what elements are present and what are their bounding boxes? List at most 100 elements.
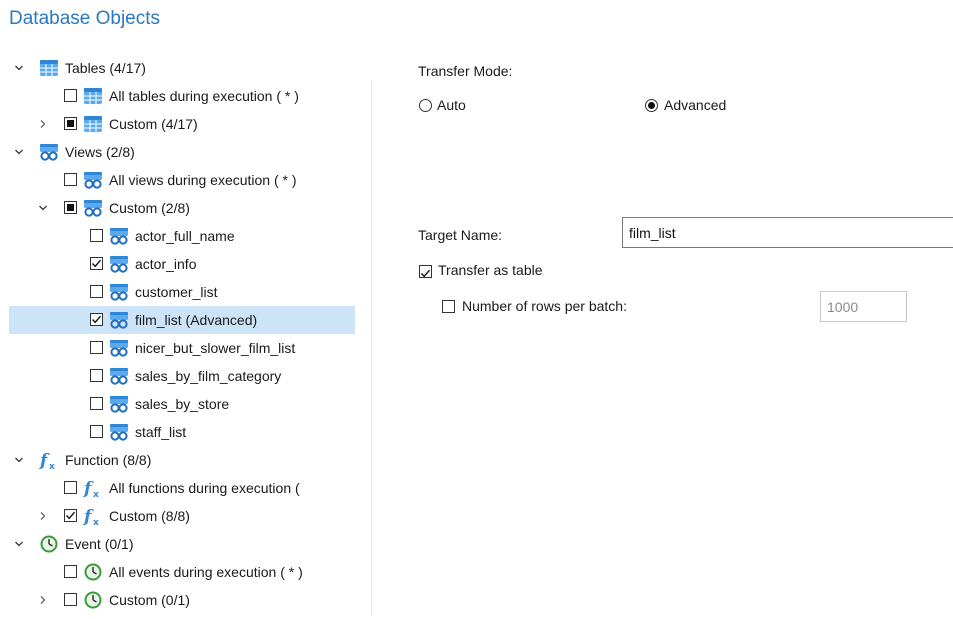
- table-icon: [39, 58, 59, 78]
- rows-per-batch-label[interactable]: Number of rows per batch:: [462, 298, 627, 314]
- view-icon: [109, 282, 129, 302]
- transfer-as-table-label[interactable]: Transfer as table: [438, 262, 543, 278]
- tree-node-label: sales_by_store: [135, 396, 230, 412]
- tree-checkbox[interactable]: [90, 313, 103, 326]
- tree-node-label: actor_info: [135, 256, 197, 272]
- tree-node-function-custom[interactable]: f x Custom (8/8): [0, 502, 360, 530]
- tree-node-label: film_list (Advanced): [135, 312, 258, 328]
- tree-checkbox[interactable]: [90, 397, 103, 410]
- chevron-right-icon[interactable]: [36, 586, 50, 614]
- table-icon: [83, 114, 103, 134]
- auto-radio-label[interactable]: Auto: [437, 97, 466, 113]
- tree-node-all-views[interactable]: All views during execution ( * ): [0, 166, 360, 194]
- tree-node-film-list[interactable]: film_list (Advanced): [0, 306, 360, 334]
- tree-checkbox[interactable]: [64, 593, 77, 606]
- advanced-radio[interactable]: [645, 99, 658, 112]
- tree-node-tables[interactable]: Tables (4/17): [0, 54, 360, 82]
- tree-node-label: All events during execution ( * ): [109, 564, 303, 580]
- rows-per-batch-input[interactable]: [820, 291, 907, 322]
- tree-checkbox[interactable]: [64, 117, 77, 130]
- event-icon: [83, 562, 103, 582]
- svg-text:x: x: [93, 490, 99, 498]
- tree-checkbox[interactable]: [90, 229, 103, 242]
- tree-node-function[interactable]: f x Function (8/8): [0, 446, 360, 474]
- tree-node-label: Views (2/8): [65, 144, 135, 160]
- view-icon: [109, 226, 129, 246]
- tree-checkbox[interactable]: [64, 481, 77, 494]
- view-icon: [109, 366, 129, 386]
- auto-radio[interactable]: [419, 99, 432, 112]
- function-icon: fx: [39, 450, 59, 472]
- tree-node-label: All functions during execution (: [109, 480, 300, 496]
- chevron-down-icon[interactable]: [12, 530, 26, 558]
- view-icon: [83, 170, 103, 190]
- tree-checkbox[interactable]: [64, 201, 77, 214]
- tree-checkbox[interactable]: [64, 565, 77, 578]
- chevron-down-icon[interactable]: [12, 54, 26, 82]
- chevron-down-icon[interactable]: [12, 446, 26, 474]
- chevron-right-icon[interactable]: [36, 110, 50, 138]
- svg-text:x: x: [49, 462, 55, 470]
- tree-node-label: nicer_but_slower_film_list: [135, 340, 296, 356]
- tree-node-actor-info[interactable]: actor_info: [0, 250, 360, 278]
- chevron-down-icon[interactable]: [36, 194, 50, 222]
- tree-checkbox[interactable]: [64, 173, 77, 186]
- chevron-right-icon[interactable]: [36, 502, 50, 530]
- tree-node-label: customer_list: [135, 284, 218, 300]
- tree-node-all-tables[interactable]: All tables during execution ( * ): [0, 82, 360, 110]
- tree-node-label: Custom (4/17): [109, 116, 198, 132]
- tree-node-views[interactable]: Views (2/8): [0, 138, 360, 166]
- tree-node-staff-list[interactable]: staff_list: [0, 418, 360, 446]
- rows-per-batch-checkbox[interactable]: [442, 300, 455, 313]
- tree-node-customer-list[interactable]: customer_list: [0, 278, 360, 306]
- tree-checkbox[interactable]: [90, 341, 103, 354]
- tree-checkbox[interactable]: [64, 509, 77, 522]
- event-icon: [39, 534, 59, 554]
- tree-node-tables-custom[interactable]: Custom (4/17): [0, 110, 360, 138]
- transfer-as-table-checkbox[interactable]: [419, 265, 432, 278]
- chevron-down-icon[interactable]: [12, 138, 26, 166]
- function-icon: fx: [83, 478, 103, 500]
- event-icon: [83, 590, 103, 610]
- tree-node-event[interactable]: Event (0/1): [0, 530, 360, 558]
- tree-checkbox[interactable]: [90, 257, 103, 270]
- tree-node-label: actor_full_name: [135, 228, 235, 244]
- view-icon: [83, 198, 103, 218]
- tree-node-label: All tables during execution ( * ): [109, 88, 299, 104]
- tree-checkbox[interactable]: [90, 369, 103, 382]
- view-icon: [39, 142, 59, 162]
- tree-node-sales-by-store[interactable]: sales_by_store: [0, 390, 360, 418]
- tree-node-sales-by-film-category[interactable]: sales_by_film_category: [0, 362, 360, 390]
- tree-checkbox[interactable]: [90, 425, 103, 438]
- tree-node-label: sales_by_film_category: [135, 368, 282, 384]
- tree-node-label: Function (8/8): [65, 452, 152, 468]
- advanced-radio-label[interactable]: Advanced: [664, 97, 726, 113]
- tree-node-nicer-but-slower-film-list[interactable]: nicer_but_slower_film_list: [0, 334, 360, 362]
- tree-node-actor-full-name[interactable]: actor_full_name: [0, 222, 360, 250]
- tree-node-label: All views during execution ( * ): [109, 172, 297, 188]
- object-tree[interactable]: Tables (4/17) All tables during execution…: [0, 54, 360, 614]
- tree-checkbox[interactable]: [90, 285, 103, 298]
- tree-node-all-functions[interactable]: f x All functions during execution (: [0, 474, 360, 502]
- tree-node-label: Tables (4/17): [65, 60, 146, 76]
- tree-node-event-custom[interactable]: Custom (0/1): [0, 586, 360, 614]
- tree-node-label: Custom (2/8): [109, 200, 190, 216]
- tree-node-all-events[interactable]: All events during execution ( * ): [0, 558, 360, 586]
- panel-title: Database Objects: [9, 8, 161, 29]
- tree-node-label: Custom (8/8): [109, 508, 190, 524]
- target-name-label: Target Name:: [418, 227, 503, 243]
- view-icon: [109, 338, 129, 358]
- tree-checkbox[interactable]: [64, 89, 77, 102]
- view-icon: [109, 310, 129, 330]
- table-icon: [83, 86, 103, 106]
- svg-text:x: x: [93, 518, 99, 526]
- panel-divider: [371, 80, 372, 616]
- tree-node-label: staff_list: [135, 424, 187, 440]
- tree-node-views-custom[interactable]: Custom (2/8): [0, 194, 360, 222]
- tree-node-label: Custom (0/1): [109, 592, 190, 608]
- view-icon: [109, 422, 129, 442]
- view-icon: [109, 254, 129, 274]
- view-icon: [109, 394, 129, 414]
- target-name-input[interactable]: [622, 217, 953, 248]
- function-icon: fx: [83, 506, 103, 528]
